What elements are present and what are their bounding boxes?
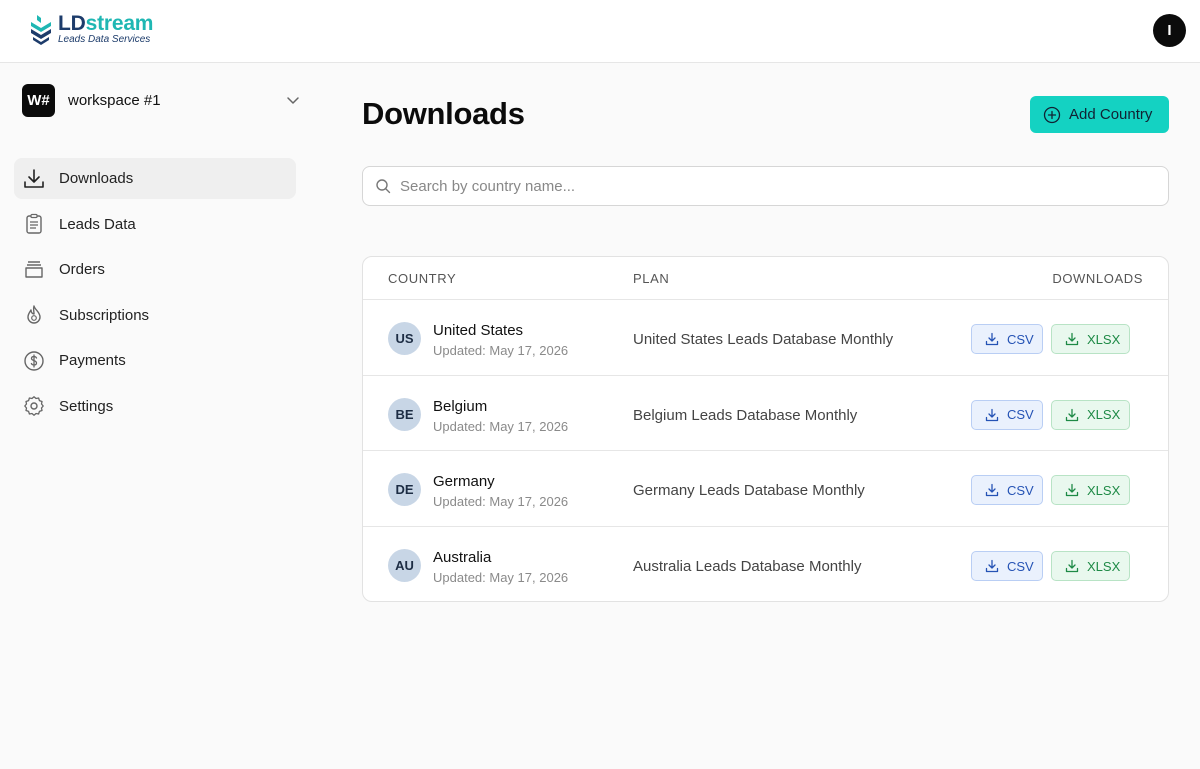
workspace-selector[interactable]: W# workspace #1 <box>22 84 302 117</box>
column-header-downloads: DOWNLOADS <box>1052 271 1143 286</box>
country-name: Germany <box>433 473 495 491</box>
csv-download-button[interactable]: CSV <box>971 324 1043 354</box>
download-icon <box>1065 332 1079 346</box>
sidebar-item-label: Leads Data <box>59 215 136 233</box>
sidebar-item-label: Settings <box>59 397 114 415</box>
updated-date: Updated: May 17, 2026 <box>433 494 569 510</box>
updated-date: Updated: May 17, 2026 <box>433 418 569 434</box>
plan-name: United States Leads Database Monthly <box>633 331 894 348</box>
table-row: BE Belgium Updated: May 17, 2026 Belgium… <box>363 376 1168 452</box>
download-icon <box>1065 559 1079 573</box>
country-name: Australia <box>433 549 492 567</box>
updated-date: Updated: May 17, 2026 <box>433 343 569 358</box>
add-country-label: Add Country <box>1069 106 1153 123</box>
xlsx-label: XLSX <box>1087 407 1121 423</box>
plan-name: Australia Leads Database Monthly <box>633 558 862 576</box>
download-icon <box>985 408 999 421</box>
updated-date: Updated: May 17, 2026 <box>433 570 569 586</box>
flame-icon <box>23 304 45 326</box>
xlsx-label: XLSX <box>1087 558 1121 574</box>
csv-download-button[interactable]: CSV <box>971 551 1043 582</box>
search-input[interactable] <box>400 177 1120 195</box>
country-code-badge: BE <box>388 397 421 431</box>
sidebar-nav: Downloads Leads Data Orders Subscription… <box>14 158 296 432</box>
top-bar: LDstream Leads Data Services I <box>0 0 1200 63</box>
download-icon <box>23 168 45 190</box>
sidebar-item-orders[interactable]: Orders <box>14 249 296 290</box>
user-avatar[interactable]: I <box>1153 14 1186 47</box>
country-code-badge: AU <box>388 549 421 583</box>
dollar-circle-icon <box>23 350 45 372</box>
xlsx-download-button[interactable]: XLSX <box>1051 551 1130 582</box>
sidebar-item-label: Payments <box>59 352 126 370</box>
xlsx-download-button[interactable]: XLSX <box>1051 475 1130 506</box>
sidebar-item-subscriptions[interactable]: Subscriptions <box>14 295 296 336</box>
country-name: United States <box>433 322 524 339</box>
downloads-table: COUNTRY PLAN DOWNLOADS US United States … <box>362 256 1169 602</box>
clipboard-icon <box>23 213 45 235</box>
sidebar-item-payments[interactable]: Payments <box>14 340 296 381</box>
gear-icon <box>23 395 45 417</box>
logo-icon <box>31 15 51 45</box>
download-icon <box>1065 484 1079 497</box>
xlsx-download-button[interactable]: XLSX <box>1051 399 1130 430</box>
xlsx-download-button[interactable]: XLSX <box>1051 324 1130 354</box>
workspace-badge: W# <box>22 84 55 117</box>
sidebar-item-leads-data[interactable]: Leads Data <box>14 204 296 245</box>
plan-name: Germany Leads Database Monthly <box>633 482 865 500</box>
plus-circle-icon <box>1043 106 1061 123</box>
sidebar-item-settings[interactable]: Settings <box>14 386 296 427</box>
table-header: COUNTRY PLAN DOWNLOADS <box>363 257 1168 300</box>
workspace-name: workspace #1 <box>68 92 161 109</box>
csv-label: CSV <box>1007 407 1034 423</box>
csv-label: CSV <box>1007 482 1034 498</box>
download-icon <box>985 559 999 573</box>
column-header-plan: PLAN <box>633 271 670 286</box>
page-title: Downloads <box>362 96 525 131</box>
chevron-down-icon <box>287 97 299 104</box>
download-icon <box>1065 408 1079 421</box>
csv-label: CSV <box>1007 558 1034 574</box>
csv-label: CSV <box>1007 331 1034 347</box>
brand-name-b: stream <box>85 12 154 35</box>
sidebar-item-label: Orders <box>59 261 105 279</box>
plan-name: Belgium Leads Database Monthly <box>633 406 858 424</box>
search-box <box>362 166 1169 206</box>
download-icon <box>985 484 999 497</box>
table-row: DE Germany Updated: May 17, 2026 Germany… <box>363 451 1168 528</box>
column-header-country: COUNTRY <box>388 271 457 286</box>
csv-download-button[interactable]: CSV <box>971 475 1043 506</box>
sidebar-item-label: Downloads <box>59 170 134 187</box>
brand-name-a: LD <box>58 12 86 35</box>
country-code-badge: DE <box>388 473 421 507</box>
xlsx-label: XLSX <box>1087 482 1121 498</box>
country-name: Belgium <box>433 397 488 415</box>
sidebar-item-downloads[interactable]: Downloads <box>14 158 296 199</box>
country-code-badge: US <box>388 322 421 355</box>
table-row: AU Australia Updated: May 17, 2026 Austr… <box>363 527 1168 601</box>
download-icon <box>985 332 999 346</box>
table-row: US United States Updated: May 17, 2026 U… <box>363 300 1168 376</box>
brand-tagline: Leads Data Services <box>58 34 151 45</box>
xlsx-label: XLSX <box>1087 331 1121 347</box>
add-country-button[interactable]: Add Country <box>1030 96 1169 133</box>
csv-download-button[interactable]: CSV <box>971 399 1043 430</box>
search-icon <box>376 179 391 194</box>
sidebar-item-label: Subscriptions <box>59 306 150 324</box>
archive-icon <box>23 259 45 281</box>
logo[interactable]: LDstream Leads Data Services <box>30 13 153 45</box>
